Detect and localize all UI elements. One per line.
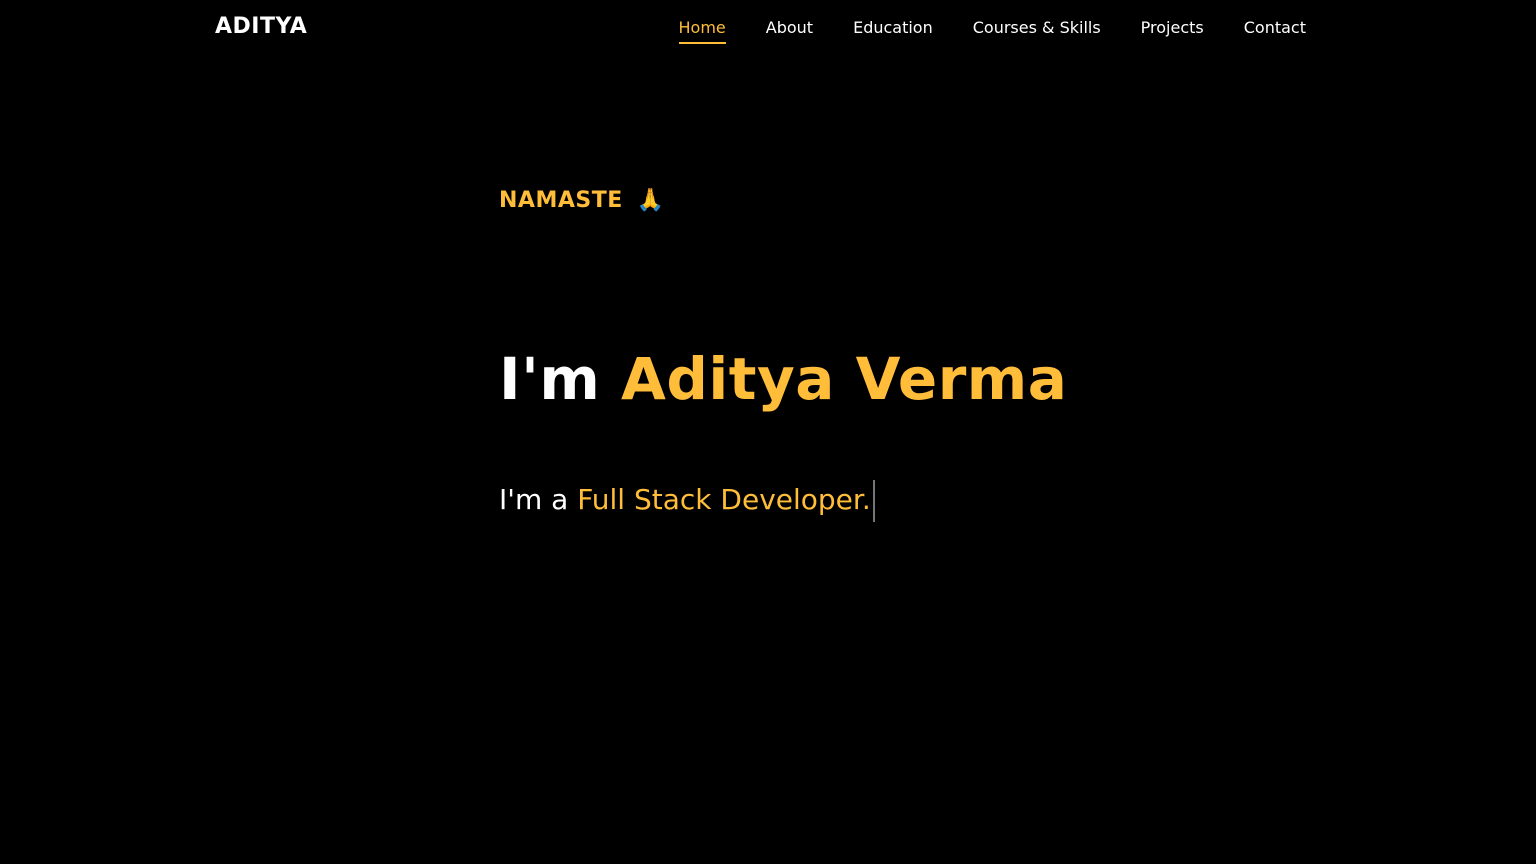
nav-link-home[interactable]: Home xyxy=(678,18,726,44)
brand-logo[interactable]: ADITYA xyxy=(215,14,307,39)
typed-role-text: Full Stack Developer. xyxy=(577,483,871,516)
nav-link-education[interactable]: Education xyxy=(853,18,933,44)
hero-tagline: I'm a Full Stack Developer. xyxy=(499,480,875,522)
folded-hands-icon: 🙏 xyxy=(636,188,665,213)
typing-cursor xyxy=(872,480,875,522)
nav-menu: Home About Education Courses & Skills Pr… xyxy=(678,18,1306,44)
heading-prefix: I'm xyxy=(499,345,601,413)
navbar: ADITYA Home About Education Courses & Sk… xyxy=(0,0,1536,62)
hero-heading: I'm Aditya Verma xyxy=(499,350,1067,408)
nav-link-projects[interactable]: Projects xyxy=(1141,18,1204,44)
greeting: NAMASTE 🙏 xyxy=(499,188,665,213)
nav-link-contact[interactable]: Contact xyxy=(1244,18,1306,44)
nav-link-about[interactable]: About xyxy=(766,18,813,44)
tagline-prefix: I'm a xyxy=(499,483,569,516)
nav-link-courses-skills[interactable]: Courses & Skills xyxy=(973,18,1101,44)
greeting-text: NAMASTE xyxy=(499,188,623,213)
hero-name: Aditya Verma xyxy=(620,345,1068,413)
